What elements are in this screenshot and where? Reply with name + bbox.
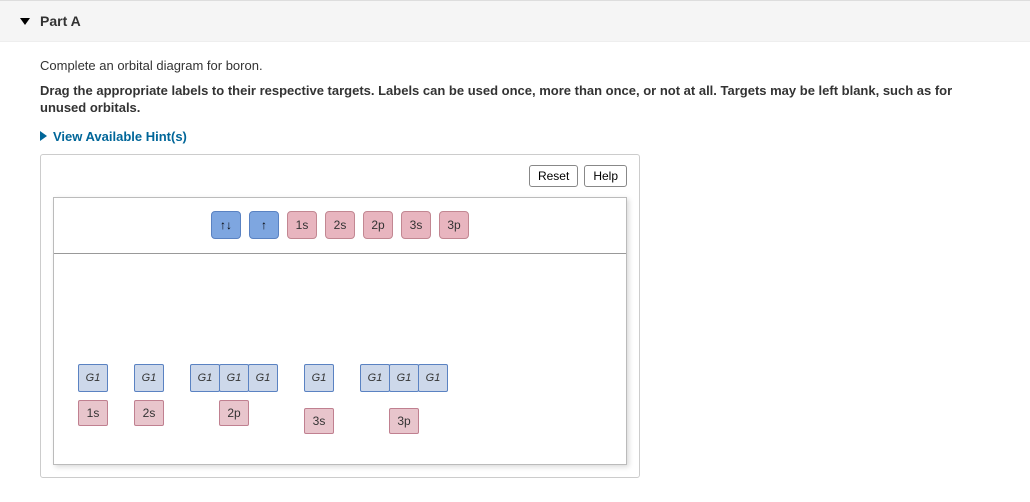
orbital-slot[interactable]: G1: [219, 364, 249, 392]
chip-3p[interactable]: 3p: [439, 211, 469, 239]
part-header[interactable]: Part A: [0, 0, 1030, 42]
group-3s: G1 3s: [304, 364, 334, 426]
label-palette: ↑↓ ↑ 1s 2s 2p 3s 3p: [54, 198, 626, 254]
label-slot-2s[interactable]: 2s: [134, 400, 164, 426]
label-slot-3p[interactable]: 3p: [389, 408, 419, 434]
part-title: Part A: [40, 13, 81, 29]
label-slot-1s[interactable]: 1s: [78, 400, 108, 426]
label-slot-3s[interactable]: 3s: [304, 408, 334, 434]
group-1s: G1 1s: [78, 364, 108, 426]
chip-1s[interactable]: 1s: [287, 211, 317, 239]
slots-1s: G1: [78, 364, 108, 392]
orbital-slot[interactable]: G1: [190, 364, 220, 392]
chip-2s[interactable]: 2s: [325, 211, 355, 239]
instruction-text-2: Drag the appropriate labels to their res…: [40, 83, 990, 117]
chip-2p[interactable]: 2p: [363, 211, 393, 239]
orbital-slot[interactable]: G1: [418, 364, 448, 392]
group-3p: G1 G1 G1 3p: [360, 364, 448, 426]
instruction-text-1: Complete an orbital diagram for boron.: [40, 58, 990, 73]
content-area: Complete an orbital diagram for boron. D…: [0, 42, 1030, 498]
orbital-groups: G1 1s G1 2s G1 G1 G1: [54, 364, 626, 426]
orbital-slot[interactable]: G1: [304, 364, 334, 392]
group-2p: G1 G1 G1 2p: [190, 364, 278, 426]
slots-2p: G1 G1 G1: [190, 364, 278, 392]
view-hints-link[interactable]: View Available Hint(s): [40, 129, 990, 144]
orbital-slot[interactable]: G1: [134, 364, 164, 392]
chip-3s[interactable]: 3s: [401, 211, 431, 239]
slots-3s: G1: [304, 364, 334, 392]
caret-right-icon: [40, 131, 47, 141]
label-slot-2p[interactable]: 2p: [219, 400, 249, 426]
caret-down-icon: [20, 18, 30, 25]
drop-stage: G1 1s G1 2s G1 G1 G1: [54, 254, 626, 464]
chip-arrows-updown[interactable]: ↑↓: [211, 211, 241, 239]
orbital-slot[interactable]: G1: [248, 364, 278, 392]
help-button[interactable]: Help: [584, 165, 627, 187]
group-2s: G1 2s: [134, 364, 164, 426]
orbital-slot[interactable]: G1: [78, 364, 108, 392]
chip-arrow-up[interactable]: ↑: [249, 211, 279, 239]
workspace-toolbar: Reset Help: [41, 155, 639, 197]
view-hints-label: View Available Hint(s): [53, 129, 187, 144]
orbital-slot[interactable]: G1: [389, 364, 419, 392]
drag-canvas: ↑↓ ↑ 1s 2s 2p 3s 3p G1 1s: [53, 197, 627, 465]
reset-button[interactable]: Reset: [529, 165, 578, 187]
workspace-panel: Reset Help ↑↓ ↑ 1s 2s 2p 3s 3p G1: [40, 154, 640, 478]
slots-3p: G1 G1 G1: [360, 364, 448, 392]
orbital-slot[interactable]: G1: [360, 364, 390, 392]
slots-2s: G1: [134, 364, 164, 392]
